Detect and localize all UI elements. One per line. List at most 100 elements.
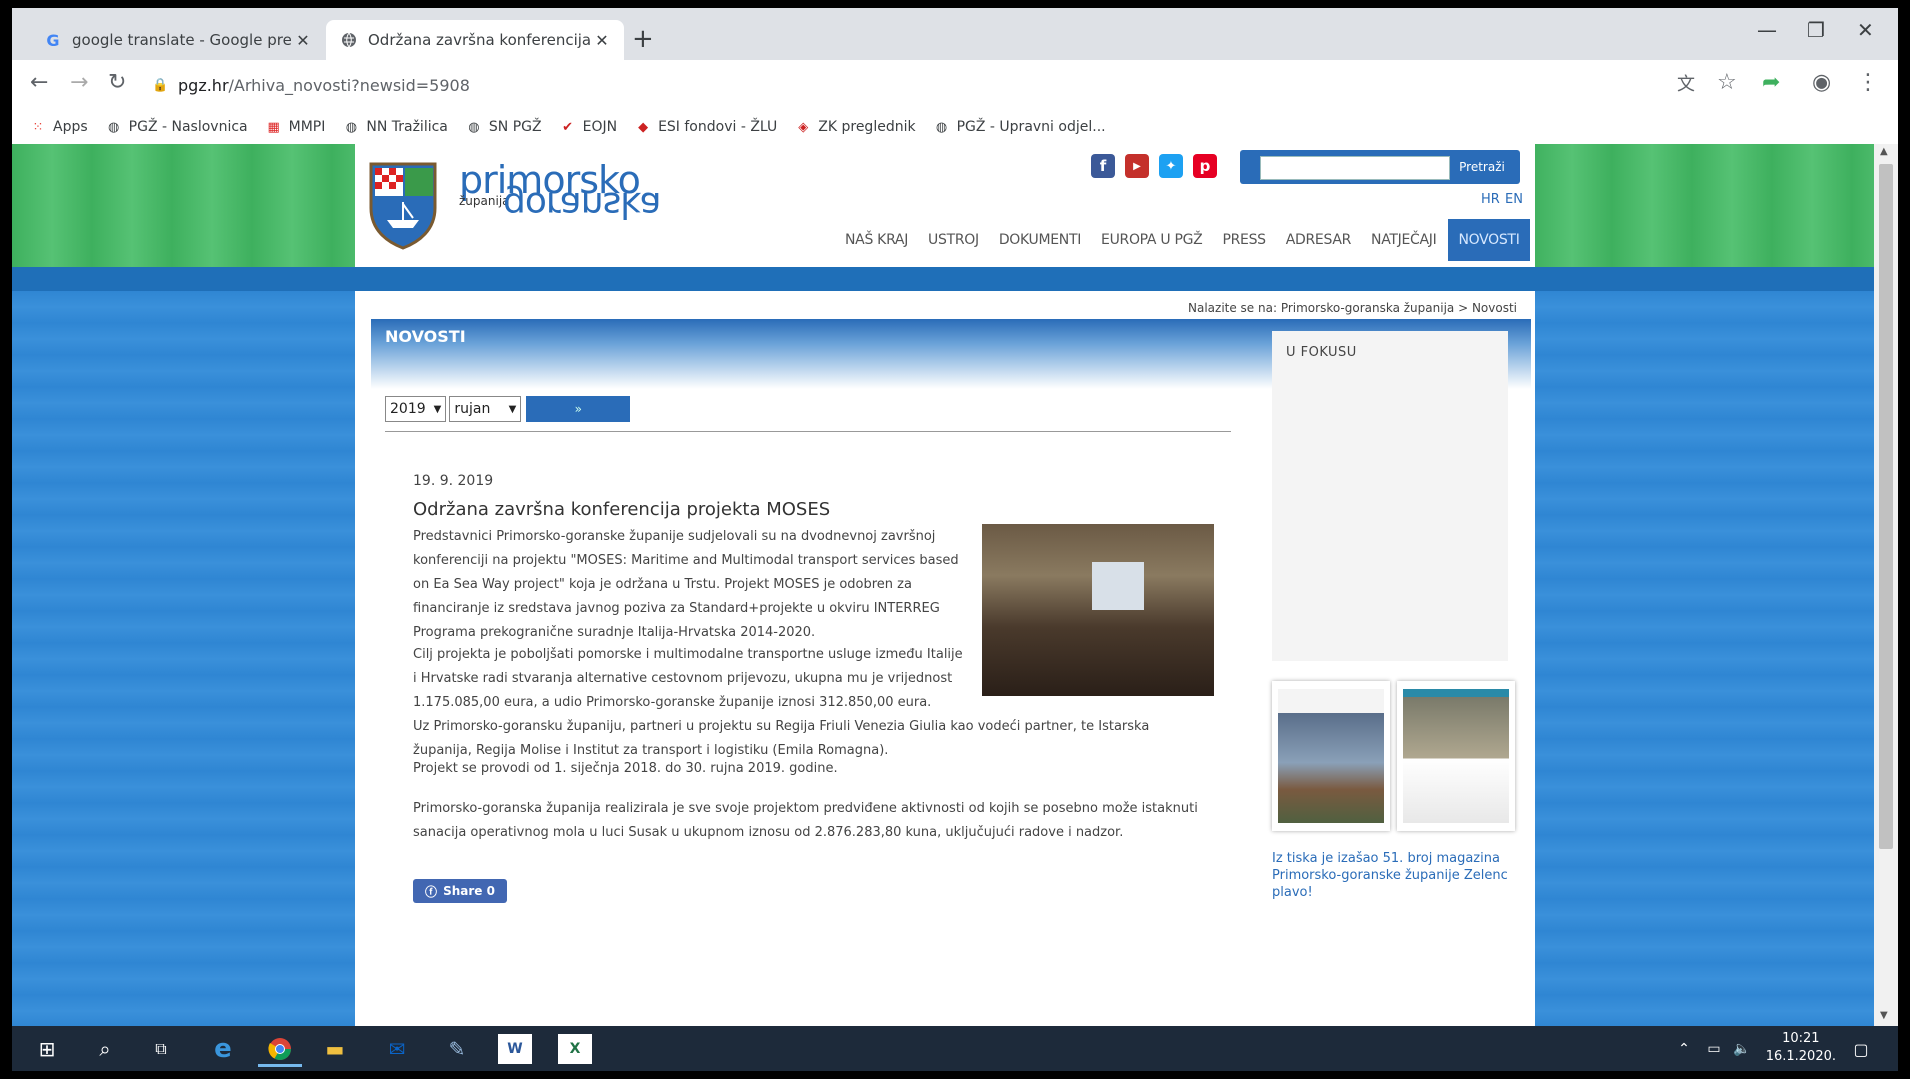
panel-title: NOVOSTI: [385, 327, 466, 346]
edge-icon[interactable]: e: [206, 1034, 240, 1064]
windows-start-icon[interactable]: ⊞: [32, 1034, 62, 1064]
eojn-icon: ✔: [562, 119, 574, 135]
year-select[interactable]: 2019 ▼: [385, 396, 447, 422]
bookmark-sn-pgz[interactable]: ◍ SN PGŽ: [466, 119, 541, 135]
lock-icon: 🔒: [152, 78, 169, 93]
restore-icon[interactable]: ❐: [1807, 18, 1825, 42]
bookmark-esi-fondovi[interactable]: ◆ ESI fondovi - ŽLU: [635, 119, 777, 135]
menu-nas-kraj[interactable]: NAŠ KRAJ: [835, 219, 918, 261]
system-clock[interactable]: 10:21 16.1.2020.: [1766, 1030, 1836, 1066]
facebook-share-button[interactable]: ⓕ Share 0: [413, 879, 507, 903]
excel-icon[interactable]: X: [558, 1034, 592, 1064]
tab-title: google translate - Google pretra: [72, 31, 291, 49]
reload-icon[interactable]: ↻: [108, 70, 126, 95]
menu-dokumenti[interactable]: DOKUMENTI: [989, 219, 1091, 261]
menu-europa[interactable]: EUROPA U PGŽ: [1091, 219, 1212, 261]
bookmark-apps[interactable]: ⁙ Apps: [30, 119, 88, 135]
minimize-icon[interactable]: —: [1757, 18, 1777, 42]
tab-bar: G google translate - Google pretra ✕ Odr…: [12, 8, 1898, 60]
google-icon: G: [46, 30, 60, 50]
month-select[interactable]: rujan ▼: [449, 396, 522, 422]
content-area: Nalazite se na: Primorsko-goranska župan…: [355, 291, 1535, 1026]
share-arrow-icon[interactable]: ➦: [1762, 70, 1780, 95]
scroll-up-icon[interactable]: ▲: [1880, 146, 1888, 157]
bookmark-eojn[interactable]: ✔ EOJN: [560, 119, 617, 135]
menu-adresar[interactable]: ADRESAR: [1276, 219, 1361, 261]
scroll-down-icon[interactable]: ▼: [1880, 1010, 1888, 1021]
bookmark-pgz-naslovnica[interactable]: ◍ PGŽ - Naslovnica: [106, 119, 248, 135]
archive-filters: 2019 ▼ rujan ▼ »: [385, 396, 631, 422]
notifications-icon[interactable]: ▢: [1848, 1034, 1874, 1064]
bookmark-pgz-upravni[interactable]: ◍ PGŽ - Upravni odjel...: [934, 119, 1106, 135]
youtube-icon[interactable]: ▶: [1125, 154, 1149, 178]
close-tab-icon[interactable]: ✕: [590, 31, 614, 50]
bookmark-nn-trazilica[interactable]: ◍ NN Tražilica: [343, 119, 448, 135]
logo-goranska: goranska: [503, 184, 661, 225]
menu-ustroj[interactable]: USTROJ: [918, 219, 989, 261]
chevron-up-icon[interactable]: ⌃: [1672, 1034, 1696, 1064]
screen: G google translate - Google pretra ✕ Odr…: [12, 8, 1898, 1071]
bookmark-zk-preglednik[interactable]: ◈ ZK preglednik: [795, 119, 915, 135]
browser-toolbar: ← → ↻ 🔒 pgz.hr /Arhiva_novosti?newsid=59…: [12, 60, 1898, 110]
chevron-down-icon: ▼: [433, 403, 442, 415]
search-box: Pretraži: [1240, 150, 1520, 184]
facebook-icon: ⓕ: [425, 884, 438, 899]
network-icon[interactable]: ▭: [1702, 1034, 1726, 1064]
file-explorer-icon[interactable]: ▬: [318, 1034, 352, 1064]
magazine-cover-1[interactable]: [1272, 681, 1390, 831]
main-menu: NAŠ KRAJ USTROJ DOKUMENTI EUROPA U PGŽ P…: [835, 219, 1530, 261]
zk-icon: ◈: [798, 119, 809, 135]
sidebar-caption-link[interactable]: Iz tiska je izašao 51. broj magazina Pri…: [1272, 850, 1508, 901]
close-window-icon[interactable]: ✕: [1857, 18, 1874, 42]
scrollbar[interactable]: ▲ ▼: [1874, 144, 1898, 1026]
globe-icon: ◍: [935, 119, 948, 135]
paint-icon[interactable]: ✎: [440, 1034, 474, 1064]
sidebar-title: U FOKUSU: [1286, 345, 1357, 360]
lang-en[interactable]: EN: [1505, 192, 1523, 207]
tab-title: Održana završna konferencija pr: [368, 31, 590, 49]
checker-icon: ▦: [267, 119, 280, 135]
article-title: Održana završna konferencija projekta MO…: [413, 499, 831, 520]
site-header: primorsko županija goranska f ▶ ✦ p Pret…: [355, 144, 1535, 267]
esi-icon: ◆: [638, 119, 649, 135]
menu-natjecaji[interactable]: NATJEČAJI: [1361, 219, 1446, 261]
speaker-muted-icon[interactable]: 🔈: [1730, 1034, 1754, 1064]
task-view-icon[interactable]: ⧉: [146, 1034, 176, 1064]
menu-novosti[interactable]: NOVOSTI: [1448, 219, 1530, 261]
chevron-down-icon: ▼: [508, 403, 517, 415]
page-viewport: primorsko županija goranska f ▶ ✦ p Pret…: [12, 144, 1874, 1026]
tab-google-translate[interactable]: G google translate - Google pretra ✕: [30, 20, 325, 60]
word-icon[interactable]: W: [498, 1034, 532, 1064]
article-paragraph-4: Primorsko-goranska županija realizirala …: [413, 801, 1198, 840]
star-icon[interactable]: ☆: [1717, 70, 1737, 95]
outlook-icon[interactable]: ✉: [380, 1034, 414, 1064]
chrome-icon[interactable]: [258, 1034, 302, 1067]
menu-dots-icon[interactable]: ⋮: [1857, 70, 1879, 95]
bookmarks-bar: ⁙ Apps ◍ PGŽ - Naslovnica ▦ MMPI ◍ NN Tražil…: [12, 110, 1898, 145]
new-tab-button[interactable]: +: [632, 24, 654, 54]
profile-icon[interactable]: ◉: [1812, 70, 1831, 95]
twitter-icon[interactable]: ✦: [1159, 154, 1183, 178]
go-button[interactable]: »: [526, 396, 631, 422]
magazine-cover-image: [1278, 689, 1384, 823]
search-input[interactable]: [1260, 156, 1450, 180]
crest-icon[interactable]: [367, 158, 439, 250]
forward-icon[interactable]: →: [70, 70, 88, 95]
globe-icon: ◍: [468, 119, 480, 135]
search-icon[interactable]: ⌕: [90, 1034, 120, 1064]
magazine-cover-2[interactable]: [1397, 681, 1515, 831]
tab-odrzana[interactable]: Održana završna konferencija pr ✕: [326, 20, 624, 60]
pinterest-icon[interactable]: p: [1193, 154, 1217, 178]
bookmark-mmpi[interactable]: ▦ MMPI: [266, 119, 325, 135]
lang-hr[interactable]: HR: [1481, 192, 1500, 207]
scroll-thumb[interactable]: [1879, 164, 1893, 849]
projector-screen: [1092, 562, 1144, 610]
back-icon[interactable]: ←: [30, 70, 48, 95]
globe-icon: ◍: [345, 119, 358, 135]
facebook-icon[interactable]: f: [1091, 154, 1115, 178]
menu-press[interactable]: PRESS: [1212, 219, 1275, 261]
translate-icon[interactable]: 文: [1677, 70, 1695, 96]
close-tab-icon[interactable]: ✕: [291, 31, 315, 50]
search-button[interactable]: Pretraži: [1452, 156, 1512, 178]
address-bar[interactable]: 🔒 pgz.hr /Arhiva_novosti?newsid=5908: [152, 70, 1622, 100]
